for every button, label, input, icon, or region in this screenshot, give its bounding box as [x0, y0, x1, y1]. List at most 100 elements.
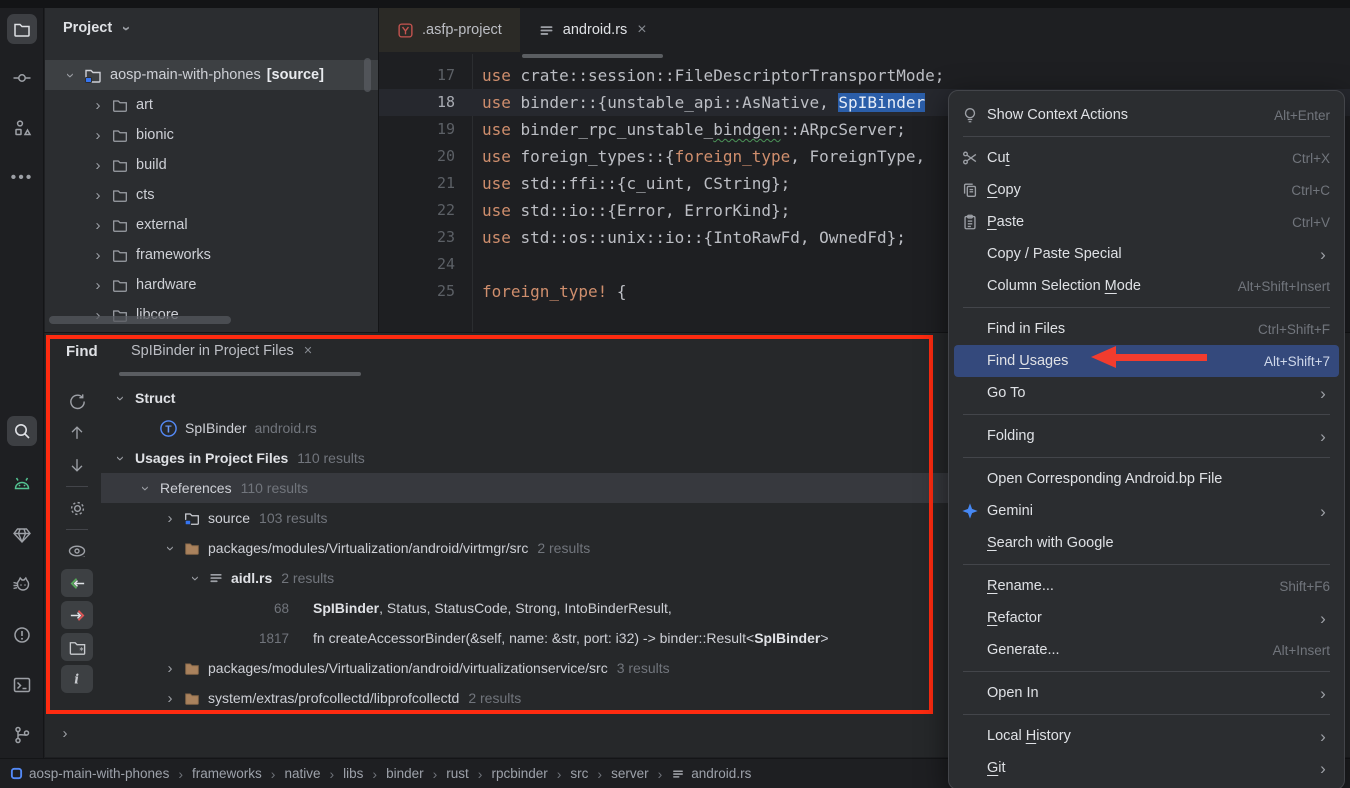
result-row-profcollectd[interactable]: system/extras/profcollectd/libprofcollec… — [101, 683, 950, 713]
folder-icon — [111, 186, 129, 204]
more-tools-button[interactable]: ••• — [7, 163, 37, 193]
result-row-line-68[interactable]: 68 SpIBinder , Status, StatusCode, Stron… — [101, 593, 950, 623]
result-row-source[interactable]: source 103 results — [101, 503, 950, 533]
result-row-virtualizationservice[interactable]: packages/modules/Virtualization/android/… — [101, 653, 950, 683]
running-devices-tool-button[interactable] — [7, 570, 37, 600]
chevron-right-icon[interactable] — [91, 248, 105, 263]
project-panel-header[interactable]: Project — [63, 20, 133, 36]
previous-occurrence-button[interactable] — [61, 419, 93, 447]
find-tool-button[interactable] — [7, 416, 37, 446]
menu-item-show-context-actions[interactable]: Show Context Actions Alt+Enter — [949, 99, 1344, 131]
tab-android-rs[interactable]: android.rs × — [520, 8, 665, 52]
menu-item-paste[interactable]: Paste Ctrl+V — [949, 206, 1344, 238]
menu-item-copy[interactable]: Copy Ctrl+C — [949, 174, 1344, 206]
chevron-right-icon[interactable] — [163, 511, 177, 526]
menu-item-folding[interactable]: Folding — [949, 420, 1344, 452]
breadcrumb-item[interactable]: frameworks — [169, 766, 261, 782]
menu-item-rename[interactable]: Rename... Shift+F6 — [949, 570, 1344, 602]
tree-row-external[interactable]: external — [45, 210, 378, 240]
chevron-down-icon[interactable] — [188, 571, 202, 586]
chevron-right-icon[interactable] — [91, 188, 105, 203]
next-occurrence-button[interactable] — [61, 451, 93, 479]
breadcrumb-item[interactable]: aosp-main-with-phones — [10, 766, 169, 781]
chevron-right-icon[interactable] — [91, 278, 105, 293]
rerun-search-button[interactable] — [61, 387, 93, 415]
menu-item-find-in-files[interactable]: Find in Files Ctrl+Shift+F — [949, 313, 1344, 345]
rust-file-icon — [208, 570, 224, 586]
tree-row-libcore[interactable]: libcore — [45, 300, 378, 330]
breadcrumb-item[interactable]: native — [262, 766, 321, 782]
chevron-down-icon — [119, 21, 133, 36]
problems-tool-button[interactable] — [7, 620, 37, 650]
menu-item-go-to[interactable]: Go To — [949, 377, 1344, 409]
chevron-right-icon[interactable] — [91, 128, 105, 143]
find-results-tab[interactable]: SpIBinder in Project Files × — [131, 343, 312, 359]
tree-row-build[interactable]: build — [45, 150, 378, 180]
close-icon[interactable]: × — [637, 21, 646, 39]
close-icon[interactable]: × — [304, 343, 312, 359]
tree-row-cts[interactable]: cts — [45, 180, 378, 210]
result-row-spibinder[interactable]: T SpIBinder android.rs — [101, 413, 950, 443]
group-by-file-structure-toggle[interactable]: * — [61, 633, 93, 661]
chevron-right-icon[interactable] — [163, 661, 177, 676]
submenu-arrow-icon — [1316, 760, 1330, 777]
menu-item-open-in[interactable]: Open In — [949, 677, 1344, 709]
chevron-down-icon[interactable] — [163, 541, 177, 556]
project-tool-button[interactable] — [7, 14, 37, 44]
menu-item-refactor[interactable]: Refactor — [949, 602, 1344, 634]
menu-item-generate[interactable]: Generate... Alt+Insert — [949, 634, 1344, 666]
horizontal-scrollbar[interactable] — [49, 316, 231, 324]
menu-item-gemini[interactable]: Gemini — [949, 495, 1344, 527]
result-row-aidl[interactable]: aidl.rs 2 results — [101, 563, 950, 593]
menu-item-column-selection-mode[interactable]: Column Selection Mode Alt+Shift+Insert — [949, 270, 1344, 302]
chevron-down-icon[interactable] — [113, 451, 127, 466]
expand-more-chevron[interactable] — [58, 725, 72, 743]
settings-button[interactable] — [61, 494, 93, 522]
vertical-scrollbar[interactable] — [364, 58, 371, 92]
tree-row-art[interactable]: art — [45, 90, 378, 120]
chevron-down-icon[interactable] — [138, 481, 152, 496]
breadcrumb-item[interactable]: rpcbinder — [469, 766, 548, 782]
chevron-right-icon[interactable] — [91, 98, 105, 113]
git-tool-button[interactable] — [7, 720, 37, 750]
breadcrumb-item[interactable]: binder — [363, 766, 423, 782]
logcat-tool-button[interactable] — [7, 470, 37, 500]
tree-row-bionic[interactable]: bionic — [45, 120, 378, 150]
chevron-down-icon[interactable] — [113, 391, 127, 406]
show-usage-info-toggle[interactable]: i — [61, 665, 93, 693]
menu-item-local-history[interactable]: Local History — [949, 720, 1344, 752]
app-insights-tool-button[interactable] — [7, 520, 37, 550]
menu-item-copy-paste-special[interactable]: Copy / Paste Special — [949, 238, 1344, 270]
breadcrumb-item[interactable]: libs — [320, 766, 363, 782]
structure-tool-button[interactable] — [7, 113, 37, 143]
tree-row-hardware[interactable]: hardware — [45, 270, 378, 300]
menu-item-cut[interactable]: Cut Ctrl+X — [949, 142, 1344, 174]
breadcrumb-item[interactable]: src — [548, 766, 589, 782]
breadcrumb-item[interactable]: rust — [424, 766, 469, 782]
result-row-struct[interactable]: Struct — [101, 383, 950, 413]
terminal-tool-button[interactable] — [7, 670, 37, 700]
commit-icon — [12, 68, 32, 88]
chevron-down-icon[interactable] — [63, 68, 77, 83]
preview-button[interactable] — [61, 537, 93, 565]
breadcrumb-item[interactable]: server — [588, 766, 648, 782]
tab-asfp-project[interactable]: .asfp-project — [379, 8, 520, 52]
breadcrumb-item[interactable]: android.rs — [649, 766, 752, 782]
source-folder-icon — [183, 689, 201, 707]
show-read-access-toggle[interactable] — [61, 569, 93, 597]
commit-tool-button[interactable] — [7, 63, 37, 93]
chevron-right-icon[interactable] — [91, 218, 105, 233]
result-row-line-1817[interactable]: 1817 fn createAccessorBinder(&self, name… — [101, 623, 950, 653]
chevron-right-icon[interactable] — [163, 691, 177, 706]
result-row-virtmgr[interactable]: packages/modules/Virtualization/android/… — [101, 533, 950, 563]
menu-item-open-corresponding-androidbp[interactable]: Open Corresponding Android.bp File — [949, 463, 1344, 495]
tree-row-frameworks[interactable]: frameworks — [45, 240, 378, 270]
tree-row-root[interactable]: aosp-main-with-phones [source] — [45, 60, 378, 90]
menu-item-search-with-google[interactable]: Search with Google — [949, 527, 1344, 559]
result-row-usages[interactable]: Usages in Project Files 110 results — [101, 443, 950, 473]
menu-item-find-usages[interactable]: Find Usages Alt+Shift+7 — [954, 345, 1339, 377]
menu-item-git[interactable]: Git — [949, 752, 1344, 784]
result-row-references[interactable]: References 110 results — [101, 473, 950, 503]
show-write-access-toggle[interactable] — [61, 601, 93, 629]
chevron-right-icon[interactable] — [91, 158, 105, 173]
